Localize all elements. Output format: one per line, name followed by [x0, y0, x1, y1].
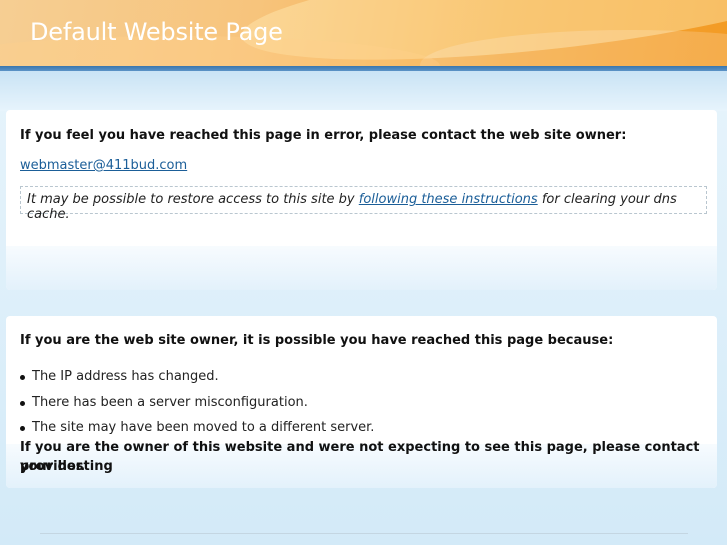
dns-cache-note: It may be possible to restore access to …: [20, 186, 707, 222]
owner-info-panel: If you are the web site owner, it is pos…: [6, 316, 717, 488]
list-item: The IP address has changed.: [20, 364, 374, 390]
dns-instructions-link[interactable]: following these instructions: [359, 192, 538, 207]
error-contact-panel: If you feel you have reached this page i…: [6, 110, 717, 290]
error-heading: If you feel you have reached this page i…: [20, 128, 627, 143]
reasons-list: The IP address has changed. There has be…: [20, 364, 374, 441]
panel-fade: [6, 246, 717, 290]
owner-email-link[interactable]: webmaster@411bud.com: [20, 158, 187, 173]
header-shadow: [0, 71, 727, 111]
header-banner: Default Website Page: [0, 0, 727, 66]
page-title: Default Website Page: [30, 18, 283, 46]
dns-note-text: It may be possible to restore access to …: [27, 192, 359, 207]
list-item: The site may have been moved to a differ…: [20, 415, 374, 441]
owner-heading: If you are the web site owner, it is pos…: [20, 333, 614, 348]
closing-message-line1: If you are the owner of this website and…: [20, 440, 700, 474]
footer-divider: [40, 533, 688, 534]
list-item: There has been a server misconfiguration…: [20, 390, 374, 416]
closing-message-line2: provider.: [20, 459, 86, 474]
